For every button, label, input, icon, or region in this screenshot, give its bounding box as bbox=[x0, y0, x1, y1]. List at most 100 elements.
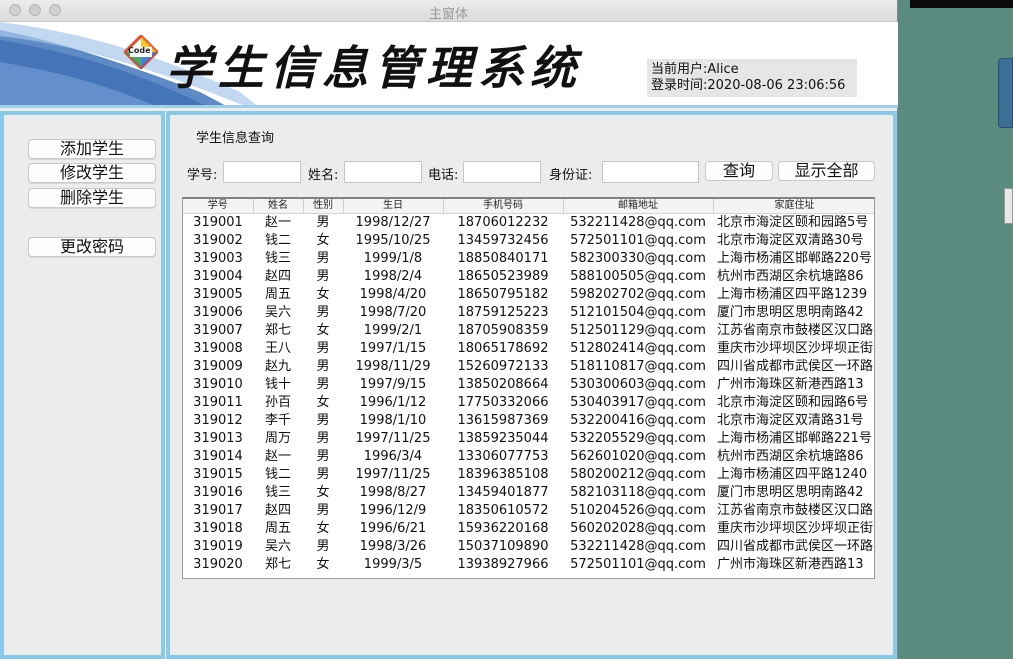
table-cell: 319002 bbox=[193, 232, 243, 248]
table-cell: 女 bbox=[316, 232, 330, 248]
table-cell: 319006 bbox=[193, 304, 243, 320]
table-header-row: 学号 姓名 性别 生日 手机号码 邮箱地址 家庭住址 bbox=[183, 199, 874, 214]
name-input[interactable] bbox=[344, 161, 422, 183]
folder-icon[interactable] bbox=[998, 58, 1013, 128]
table-cell: 572501101@qq.com bbox=[570, 556, 706, 572]
app-title: 学生信息管理系统 bbox=[166, 41, 582, 95]
table-cell: 钱三 bbox=[264, 484, 291, 500]
table-cell: 男 bbox=[316, 250, 330, 266]
table-cell: 上海市杨浦区邯郸路220号 bbox=[717, 250, 872, 266]
table-cell: 319009 bbox=[193, 358, 243, 374]
id-card-input[interactable] bbox=[602, 161, 699, 183]
table-cell: 1996/6/21 bbox=[359, 520, 427, 536]
table-cell: 女 bbox=[316, 520, 330, 536]
table-cell: 18350610572 bbox=[457, 502, 549, 518]
table-cell: 518110817@qq.com bbox=[570, 358, 706, 374]
column-header[interactable]: 手机号码 bbox=[443, 199, 564, 214]
table-cell: 588100505@qq.com bbox=[570, 268, 706, 284]
table-cell: 厦门市思明区思明南路42 bbox=[717, 304, 864, 320]
title-bar: 主窗体 bbox=[0, 0, 897, 22]
table-row[interactable]: 319007 郑七 女 1999/2/1 18705908359 512501129@qq… bbox=[183, 322, 874, 340]
table-cell: 13615987369 bbox=[457, 412, 549, 428]
column-header[interactable]: 邮箱地址 bbox=[563, 199, 714, 214]
table-cell: 1998/8/27 bbox=[359, 484, 427, 500]
table-cell: 北京市海淀区颐和园路5号 bbox=[717, 214, 869, 230]
table-cell: 广州市海珠区新港西路13 bbox=[717, 376, 864, 392]
table-row[interactable]: 319012 李千 男 1998/1/10 13615987369 532200416@q… bbox=[183, 412, 874, 430]
table-row[interactable]: 319008 王八 男 1997/1/15 18065178692 512802414@q… bbox=[183, 340, 874, 358]
table-cell: 1998/11/29 bbox=[355, 358, 431, 374]
user-info-box: 当前用户:Alice 登录时间:2020-08-06 23:06:56 bbox=[647, 59, 857, 97]
table-cell: 1995/10/25 bbox=[355, 232, 431, 248]
table-cell: 319015 bbox=[193, 466, 243, 482]
table-row[interactable]: 319004 赵四 男 1998/2/4 18650523989 588100505@qq… bbox=[183, 268, 874, 286]
delete-student-button[interactable]: 删除学生 bbox=[28, 188, 156, 208]
search-button[interactable]: 查询 bbox=[705, 161, 773, 181]
table-cell: 580200212@qq.com bbox=[570, 466, 706, 482]
table-cell: 男 bbox=[316, 502, 330, 518]
menu-bar-strip bbox=[910, 0, 1013, 8]
student-id-input[interactable] bbox=[223, 161, 301, 183]
table-row[interactable]: 319017 赵四 男 1996/12/9 18350610572 510204526@q… bbox=[183, 502, 874, 520]
table-cell: 319017 bbox=[193, 502, 243, 518]
table-cell: 北京市海淀区颐和园路6号 bbox=[717, 394, 869, 410]
table-cell: 18850840171 bbox=[457, 250, 549, 266]
table-cell: 1997/1/15 bbox=[359, 340, 427, 356]
table-cell: 319018 bbox=[193, 520, 243, 536]
table-row[interactable]: 319020 郑七 女 1999/3/5 13938927966 572501101@qq… bbox=[183, 556, 874, 574]
add-student-button[interactable]: 添加学生 bbox=[28, 139, 156, 159]
table-cell: 1998/3/26 bbox=[359, 538, 427, 554]
table-row[interactable]: 319002 钱二 女 1995/10/25 13459732456 572501101@… bbox=[183, 232, 874, 250]
edit-student-button[interactable]: 修改学生 bbox=[28, 163, 156, 183]
table-cell: 男 bbox=[316, 466, 330, 482]
table-cell: 赵一 bbox=[264, 448, 291, 464]
column-header[interactable]: 姓名 bbox=[253, 199, 304, 214]
table-row[interactable]: 319011 孙百 女 1996/1/12 17750332066 530403917@q… bbox=[183, 394, 874, 412]
table-row[interactable]: 319010 钱十 男 1997/9/15 13850208664 530300603@q… bbox=[183, 376, 874, 394]
column-header[interactable]: 生日 bbox=[343, 199, 444, 214]
document-icon[interactable] bbox=[1004, 188, 1013, 224]
table-row[interactable]: 319018 周五 女 1996/6/21 15936220168 560202028@q… bbox=[183, 520, 874, 538]
student-table[interactable]: 学号 姓名 性别 生日 手机号码 邮箱地址 家庭住址 319001 赵一男 1998… bbox=[182, 197, 875, 579]
table-row[interactable]: 319006 吴六 男 1998/7/20 18759125223 512101504@q… bbox=[183, 304, 874, 322]
table-row[interactable]: 319005 周五 女 1998/4/20 18650795182 598202702@q… bbox=[183, 286, 874, 304]
table-cell: 钱三 bbox=[264, 250, 291, 266]
table-row[interactable]: 319009 赵九 男 1998/11/29 15260972133 518110817@… bbox=[183, 358, 874, 376]
table-row[interactable]: 319001 赵一 男 1998/12/27 18706012232 532211428@… bbox=[183, 213, 874, 232]
table-row[interactable]: 319013 周万 男 1997/11/25 13859235044 532205529@… bbox=[183, 430, 874, 448]
table-row[interactable]: 319019 吴六 男 1998/3/26 15037109890 532211428@q… bbox=[183, 538, 874, 556]
name-label: 姓名: bbox=[308, 168, 339, 183]
column-header[interactable]: 学号 bbox=[183, 199, 254, 214]
table-cell: 319003 bbox=[193, 250, 243, 266]
table-cell: 512802414@qq.com bbox=[570, 340, 706, 356]
table-cell: 男 bbox=[316, 430, 330, 446]
table-cell: 杭州市西湖区余杭塘路86 bbox=[717, 268, 864, 284]
table-cell: 319013 bbox=[193, 430, 243, 446]
table-body: 319001 赵一男 1998/12/27 18706012232 532211428@… bbox=[183, 213, 874, 574]
table-cell: 王八 bbox=[264, 340, 291, 356]
table-cell: 重庆市沙坪坝区沙坪坝正街 bbox=[717, 520, 874, 536]
table-cell: 532211428@qq.com bbox=[570, 214, 706, 230]
table-cell: 男 bbox=[316, 214, 330, 230]
table-cell: 530300603@qq.com bbox=[570, 376, 706, 392]
column-header[interactable]: 家庭住址 bbox=[713, 199, 874, 214]
change-password-button[interactable]: 更改密码 bbox=[28, 237, 156, 257]
table-row[interactable]: 319014 赵一 男 1996/3/4 13306077753 562601020@qq… bbox=[183, 448, 874, 466]
table-cell: 1996/1/12 bbox=[359, 394, 427, 410]
table-row[interactable]: 319016 钱三 女 1998/8/27 13459401877 582103118@q… bbox=[183, 484, 874, 502]
table-row[interactable]: 319003 钱三 男 1999/1/8 18850840171 582300330@qq… bbox=[183, 250, 874, 268]
table-cell: 郑七 bbox=[264, 322, 291, 338]
table-cell: 18759125223 bbox=[457, 304, 549, 320]
table-cell: 18705908359 bbox=[457, 322, 549, 338]
table-cell: 钱二 bbox=[264, 232, 291, 248]
column-header[interactable]: 性别 bbox=[303, 199, 344, 214]
table-row[interactable]: 319015 钱二 男 1997/11/25 18396385108 580200212@… bbox=[183, 466, 874, 484]
table-cell: 四川省成都市武侯区一环路 bbox=[717, 538, 874, 554]
table-cell: 吴六 bbox=[264, 538, 291, 554]
phone-input[interactable] bbox=[463, 161, 541, 183]
show-all-button[interactable]: 显示全部 bbox=[778, 161, 875, 181]
table-cell: 13938927966 bbox=[457, 556, 549, 572]
table-cell: 18065178692 bbox=[457, 340, 549, 356]
table-cell: 319001 bbox=[193, 214, 243, 230]
table-cell: 男 bbox=[316, 358, 330, 374]
